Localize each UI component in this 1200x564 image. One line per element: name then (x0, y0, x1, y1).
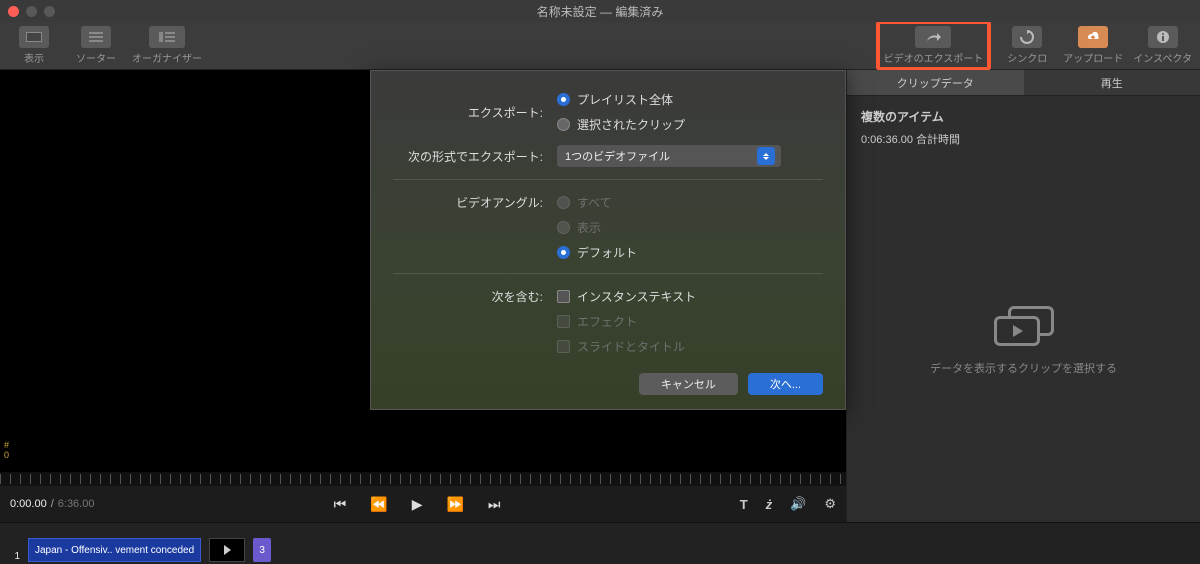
volume-button[interactable]: 🔊 (790, 496, 806, 512)
effects-button[interactable]: ż (766, 497, 773, 512)
tab-playback[interactable]: 再生 (1024, 70, 1200, 96)
next-button[interactable]: 次へ... (748, 373, 823, 395)
angle-opt-display: 表示 (557, 219, 637, 236)
checkbox-icon (557, 290, 570, 303)
rewind-button[interactable]: ⏪ (370, 496, 387, 513)
traffic-lights (8, 6, 55, 17)
close-window-button[interactable] (8, 6, 19, 17)
sync-button[interactable]: シンクロ (1001, 26, 1053, 65)
export-video-button[interactable]: ビデオのエクスポート (884, 26, 984, 65)
main-area: エクスポート: プレイリスト全体 選択されたクリップ 次の形式でエクスポート: (0, 70, 1200, 522)
inspector-placeholder-text: データを表示するクリップを選択する (930, 360, 1117, 376)
clip-preview-thumb[interactable] (209, 538, 245, 562)
cancel-button[interactable]: キャンセル (639, 373, 738, 395)
skip-end-button[interactable]: ⏭ (488, 496, 501, 513)
export-format-select[interactable]: 1つのビデオファイル (557, 145, 781, 167)
timeline-clip[interactable]: Japan - Offensiv.. vement conceded (28, 538, 201, 562)
timeline-ruler[interactable] (0, 472, 846, 486)
display-button[interactable]: 表示 (8, 26, 60, 65)
transport-bar: 0:00.00 / 6:36.00 ⏮ ⏪ ▶ ⏩ ⏭ T ż 🔊 ⚙ (0, 486, 846, 522)
include-instance-text-label: インスタンステキスト (577, 288, 696, 305)
export-highlight: ビデオのエクスポート (876, 20, 992, 71)
radio-checked-icon (557, 93, 570, 106)
angle-default-label: デフォルト (577, 244, 637, 261)
maximize-window-button[interactable] (44, 6, 55, 17)
select-arrow-icon (757, 147, 775, 165)
main-toolbar: 表示 ソーター オーガナイザー ビデオのエクスポート シンクロ アップロード イ… (0, 22, 1200, 70)
current-time: 0:00.00 (10, 498, 47, 510)
total-time: 6:36.00 (58, 498, 95, 510)
inspector-placeholder: データを表示するクリップを選択する (847, 159, 1200, 522)
row-index: 1 (6, 551, 20, 562)
upload-label: アップロード (1063, 50, 1123, 65)
export-format-label: 次の形式でエクスポート: (393, 148, 543, 165)
window-titlebar: 名称未設定 — 編集済み (0, 0, 1200, 22)
settings-gear-button[interactable]: ⚙ (824, 496, 836, 512)
angle-display-label: 表示 (577, 219, 601, 236)
radio-unchecked-icon (557, 118, 570, 131)
export-format-value: 1つのビデオファイル (565, 148, 670, 164)
display-icon (19, 26, 49, 48)
upload-icon (1078, 26, 1108, 48)
video-viewport[interactable]: エクスポート: プレイリスト全体 選択されたクリップ 次の形式でエクスポート: (0, 70, 846, 472)
sync-label: シンクロ (1007, 50, 1047, 65)
organizer-label: オーガナイザー (132, 50, 202, 65)
play-button[interactable]: ▶ (412, 496, 423, 513)
share-icon (915, 26, 951, 48)
clip-info-title: 複数のアイテム (861, 108, 1186, 125)
timeline-marker: #0 (4, 440, 9, 460)
inspector-pane: クリップデータ 再生 複数のアイテム 0:06:36.00 合計時間 データを表… (846, 70, 1200, 522)
include-label: 次を含む: (393, 288, 543, 305)
divider (393, 273, 823, 274)
divider (393, 179, 823, 180)
skip-start-button[interactable]: ⏮ (334, 496, 347, 513)
clip-duration: 0:06:36.00 合計時間 (861, 131, 1186, 147)
radio-disabled-icon (557, 221, 570, 234)
time-display: 0:00.00 / 6:36.00 (10, 498, 94, 510)
sorter-label: ソーター (76, 50, 116, 65)
export-dialog: エクスポート: プレイリスト全体 選択されたクリップ 次の形式でエクスポート: (370, 70, 846, 410)
video-angle-label: ビデオアングル: (393, 194, 543, 211)
sync-icon (1012, 26, 1042, 48)
play-icon (224, 545, 231, 555)
include-slides-titles: スライドとタイトル (557, 338, 696, 355)
clip-count-badge: 3 (253, 538, 271, 562)
video-pane: エクスポート: プレイリスト全体 選択されたクリップ 次の形式でエクスポート: (0, 70, 846, 522)
sorter-button[interactable]: ソーター (70, 26, 122, 65)
angle-opt-all: すべて (557, 194, 637, 211)
organizer-icon (149, 26, 185, 48)
radio-disabled-icon (557, 196, 570, 209)
fast-forward-button[interactable]: ⏩ (446, 496, 463, 513)
text-overlay-button[interactable]: T (740, 497, 748, 512)
include-effects-label: エフェクト (577, 313, 637, 330)
opt-playlist-all-label: プレイリスト全体 (577, 91, 673, 108)
export-video-label: ビデオのエクスポート (884, 50, 984, 65)
organizer-button[interactable]: オーガナイザー (132, 26, 202, 65)
upload-button[interactable]: アップロード (1063, 26, 1123, 65)
include-effects: エフェクト (557, 313, 696, 330)
angle-all-label: すべて (577, 194, 612, 211)
opt-selected-clips-label: 選択されたクリップ (577, 116, 685, 133)
clip-info: 複数のアイテム 0:06:36.00 合計時間 (847, 96, 1200, 159)
export-opt-selected-clips[interactable]: 選択されたクリップ (557, 116, 685, 133)
radio-checked-icon (557, 246, 570, 259)
export-opt-playlist-all[interactable]: プレイリスト全体 (557, 91, 685, 108)
window-title: 名称未設定 — 編集済み (537, 3, 664, 20)
sorter-icon (81, 26, 111, 48)
tab-clip-data[interactable]: クリップデータ (847, 70, 1024, 96)
checkbox-disabled-icon (557, 340, 570, 353)
inspector-button[interactable]: インスペクタ (1133, 26, 1192, 65)
checkbox-disabled-icon (557, 315, 570, 328)
export-label: エクスポート: (393, 104, 543, 121)
display-label: 表示 (24, 50, 44, 65)
minimize-window-button[interactable] (26, 6, 37, 17)
timeline-row: 1 Japan - Offensiv.. vement conceded 3 (0, 522, 1200, 564)
clips-placeholder-icon (994, 306, 1054, 346)
include-instance-text[interactable]: インスタンステキスト (557, 288, 696, 305)
info-icon (1148, 26, 1178, 48)
angle-opt-default[interactable]: デフォルト (557, 244, 637, 261)
inspector-label: インスペクタ (1133, 50, 1192, 65)
include-slides-titles-label: スライドとタイトル (577, 338, 685, 355)
